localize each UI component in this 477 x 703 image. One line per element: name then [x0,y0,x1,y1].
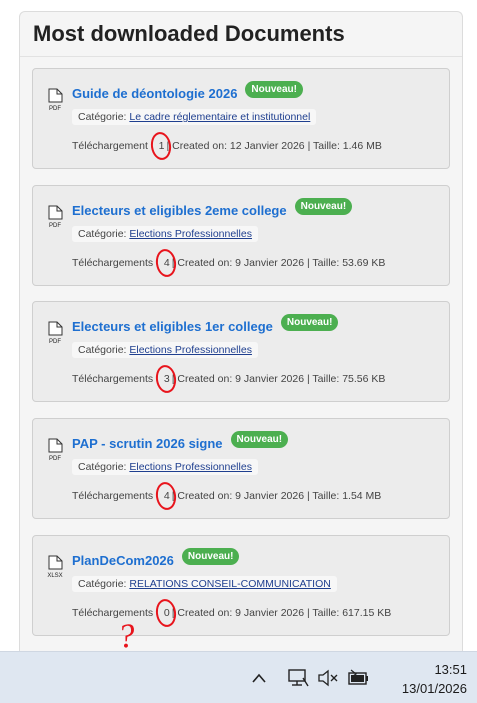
downloads-count-wrap: 0 [154,597,178,629]
new-badge: Nouveau! [294,198,353,215]
downloads-count-wrap: 4 [154,480,178,512]
document-card: PDF Electeurs et eligibles 1er college N… [32,301,450,402]
category-link[interactable]: Elections Professionnelles [129,344,252,356]
file-type-label: PDF [49,339,61,345]
document-meta: Téléchargement : 1 | Created on: 12 Janv… [72,130,382,162]
category-chip: Catégorie: Elections Professionnelles [72,342,258,358]
file-type-label: PDF [49,223,61,229]
document-title-row: Electeurs et eligibles 1er college Nouve… [72,314,339,335]
size-label: | Taille: [304,140,343,152]
category-chip: Catégorie: RELATIONS CONSEIL-COMMUNICATI… [72,576,337,592]
document-title-link[interactable]: Electeurs et eligibles 1er college [72,319,273,334]
document-title-row: PAP - scrutin 2026 signe Nouveau! [72,431,289,452]
xlsx-file-icon[interactable]: XLSX [44,555,66,579]
category-label: Catégorie: [78,578,127,590]
created-date: 12 Janvier 2026 [229,140,305,152]
downloads-count-wrap: 1 [148,130,173,162]
downloads-label: Téléchargements : [72,490,159,502]
file-type-label: XLSX [47,573,62,579]
new-badge: Nouveau! [280,314,339,331]
pdf-file-icon[interactable]: PDF [44,438,66,462]
created-label: | Created on: [171,373,236,385]
pdf-file-icon[interactable]: PDF [44,321,66,345]
document-card: XLSX PlanDeCom2026 Nouveau! Catégorie: R… [32,535,450,636]
downloads-label: Téléchargements : [72,607,159,619]
panel-title: Most downloaded Documents [33,21,345,46]
file-type-label: PDF [49,456,61,462]
document-meta: Téléchargements : 3 | Created on: 9 Janv… [72,363,386,395]
file-size: 1.46 MB [342,140,382,152]
document-meta: Téléchargements : 4 | Created on: 9 Janv… [72,480,382,512]
taskbar: 13:51 13/01/2026 [0,651,477,703]
taskbar-clock[interactable]: 13:51 13/01/2026 [402,660,467,698]
new-badge: Nouveau! [245,81,303,98]
downloads-count-wrap: 3 [154,363,178,395]
category-chip: Catégorie: Elections Professionnelles [72,226,258,242]
document-title-link[interactable]: PlanDeCom2026 [72,553,174,568]
document-card: PDF PAP - scrutin 2026 signe Nouveau! Ca… [32,418,450,519]
document-card: PDF Electeurs et eligibles 2eme college … [32,185,450,286]
file-size: 53.69 KB [342,257,386,269]
created-label: | Created on: [166,140,230,152]
divider [20,56,462,57]
category-chip: Catégorie: Elections Professionnelles [72,459,258,475]
category-link[interactable]: Elections Professionnelles [129,228,252,240]
created-date: 9 Janvier 2026 [235,607,305,619]
category-label: Catégorie: [78,344,127,356]
downloads-count-wrap: 4 [154,247,178,279]
red-circle-annotation [154,480,178,512]
category-label: Catégorie: [78,111,127,123]
red-circle-annotation [154,597,178,629]
category-label: Catégorie: [78,461,127,473]
category-label: Catégorie: [78,228,127,240]
red-circle-annotation [148,130,173,162]
battery-charging-icon[interactable] [347,668,371,688]
chevron-up-icon[interactable] [251,672,267,684]
size-label: | Taille: [304,490,343,502]
document-title-link[interactable]: PAP - scrutin 2026 signe [72,436,223,451]
clock-time: 13:51 [434,662,467,677]
downloads-label: Téléchargement : [72,140,154,152]
network-icon[interactable] [287,667,309,689]
new-badge: Nouveau! [230,431,289,448]
created-label: | Created on: [171,490,236,502]
category-link[interactable]: RELATIONS CONSEIL-COMMUNICATION [129,578,330,590]
category-link[interactable]: Elections Professionnelles [129,461,252,473]
created-date: 9 Janvier 2026 [235,373,305,385]
document-title-row: Guide de déontologie 2026 Nouveau! [72,81,303,102]
file-size: 617.15 KB [342,607,392,619]
category-link[interactable]: Le cadre réglementaire et institutionnel [129,111,310,123]
pdf-file-icon[interactable]: PDF [44,88,66,112]
document-title-link[interactable]: Electeurs et eligibles 2eme college [72,203,287,218]
created-label: | Created on: [171,607,236,619]
new-badge: Nouveau! [181,548,240,565]
created-date: 9 Janvier 2026 [235,490,305,502]
red-circle-annotation [154,247,178,279]
document-title-link[interactable]: Guide de déontologie 2026 [72,86,237,101]
file-size: 75.56 KB [342,373,386,385]
clock-date: 13/01/2026 [401,681,467,696]
created-label: | Created on: [171,257,236,269]
size-label: | Taille: [304,257,343,269]
document-title-row: PlanDeCom2026 Nouveau! [72,548,240,569]
document-card: PDF Guide de déontologie 2026 Nouveau! C… [32,68,450,169]
created-date: 9 Janvier 2026 [235,257,305,269]
size-label: | Taille: [304,373,343,385]
downloads-label: Téléchargements : [72,257,159,269]
speaker-muted-icon[interactable] [317,669,339,687]
file-type-label: PDF [49,106,61,112]
category-chip: Catégorie: Le cadre réglementaire et ins… [72,109,317,125]
document-meta: Téléchargements : 0 | Created on: 9 Janv… [72,597,392,629]
file-size: 1.54 MB [342,490,382,502]
document-title-row: Electeurs et eligibles 2eme college Nouv… [72,198,353,219]
size-label: | Taille: [304,607,343,619]
red-circle-annotation [154,363,178,395]
downloads-label: Téléchargements : [72,373,159,385]
pdf-file-icon[interactable]: PDF [44,205,66,229]
document-meta: Téléchargements : 4 | Created on: 9 Janv… [72,247,386,279]
